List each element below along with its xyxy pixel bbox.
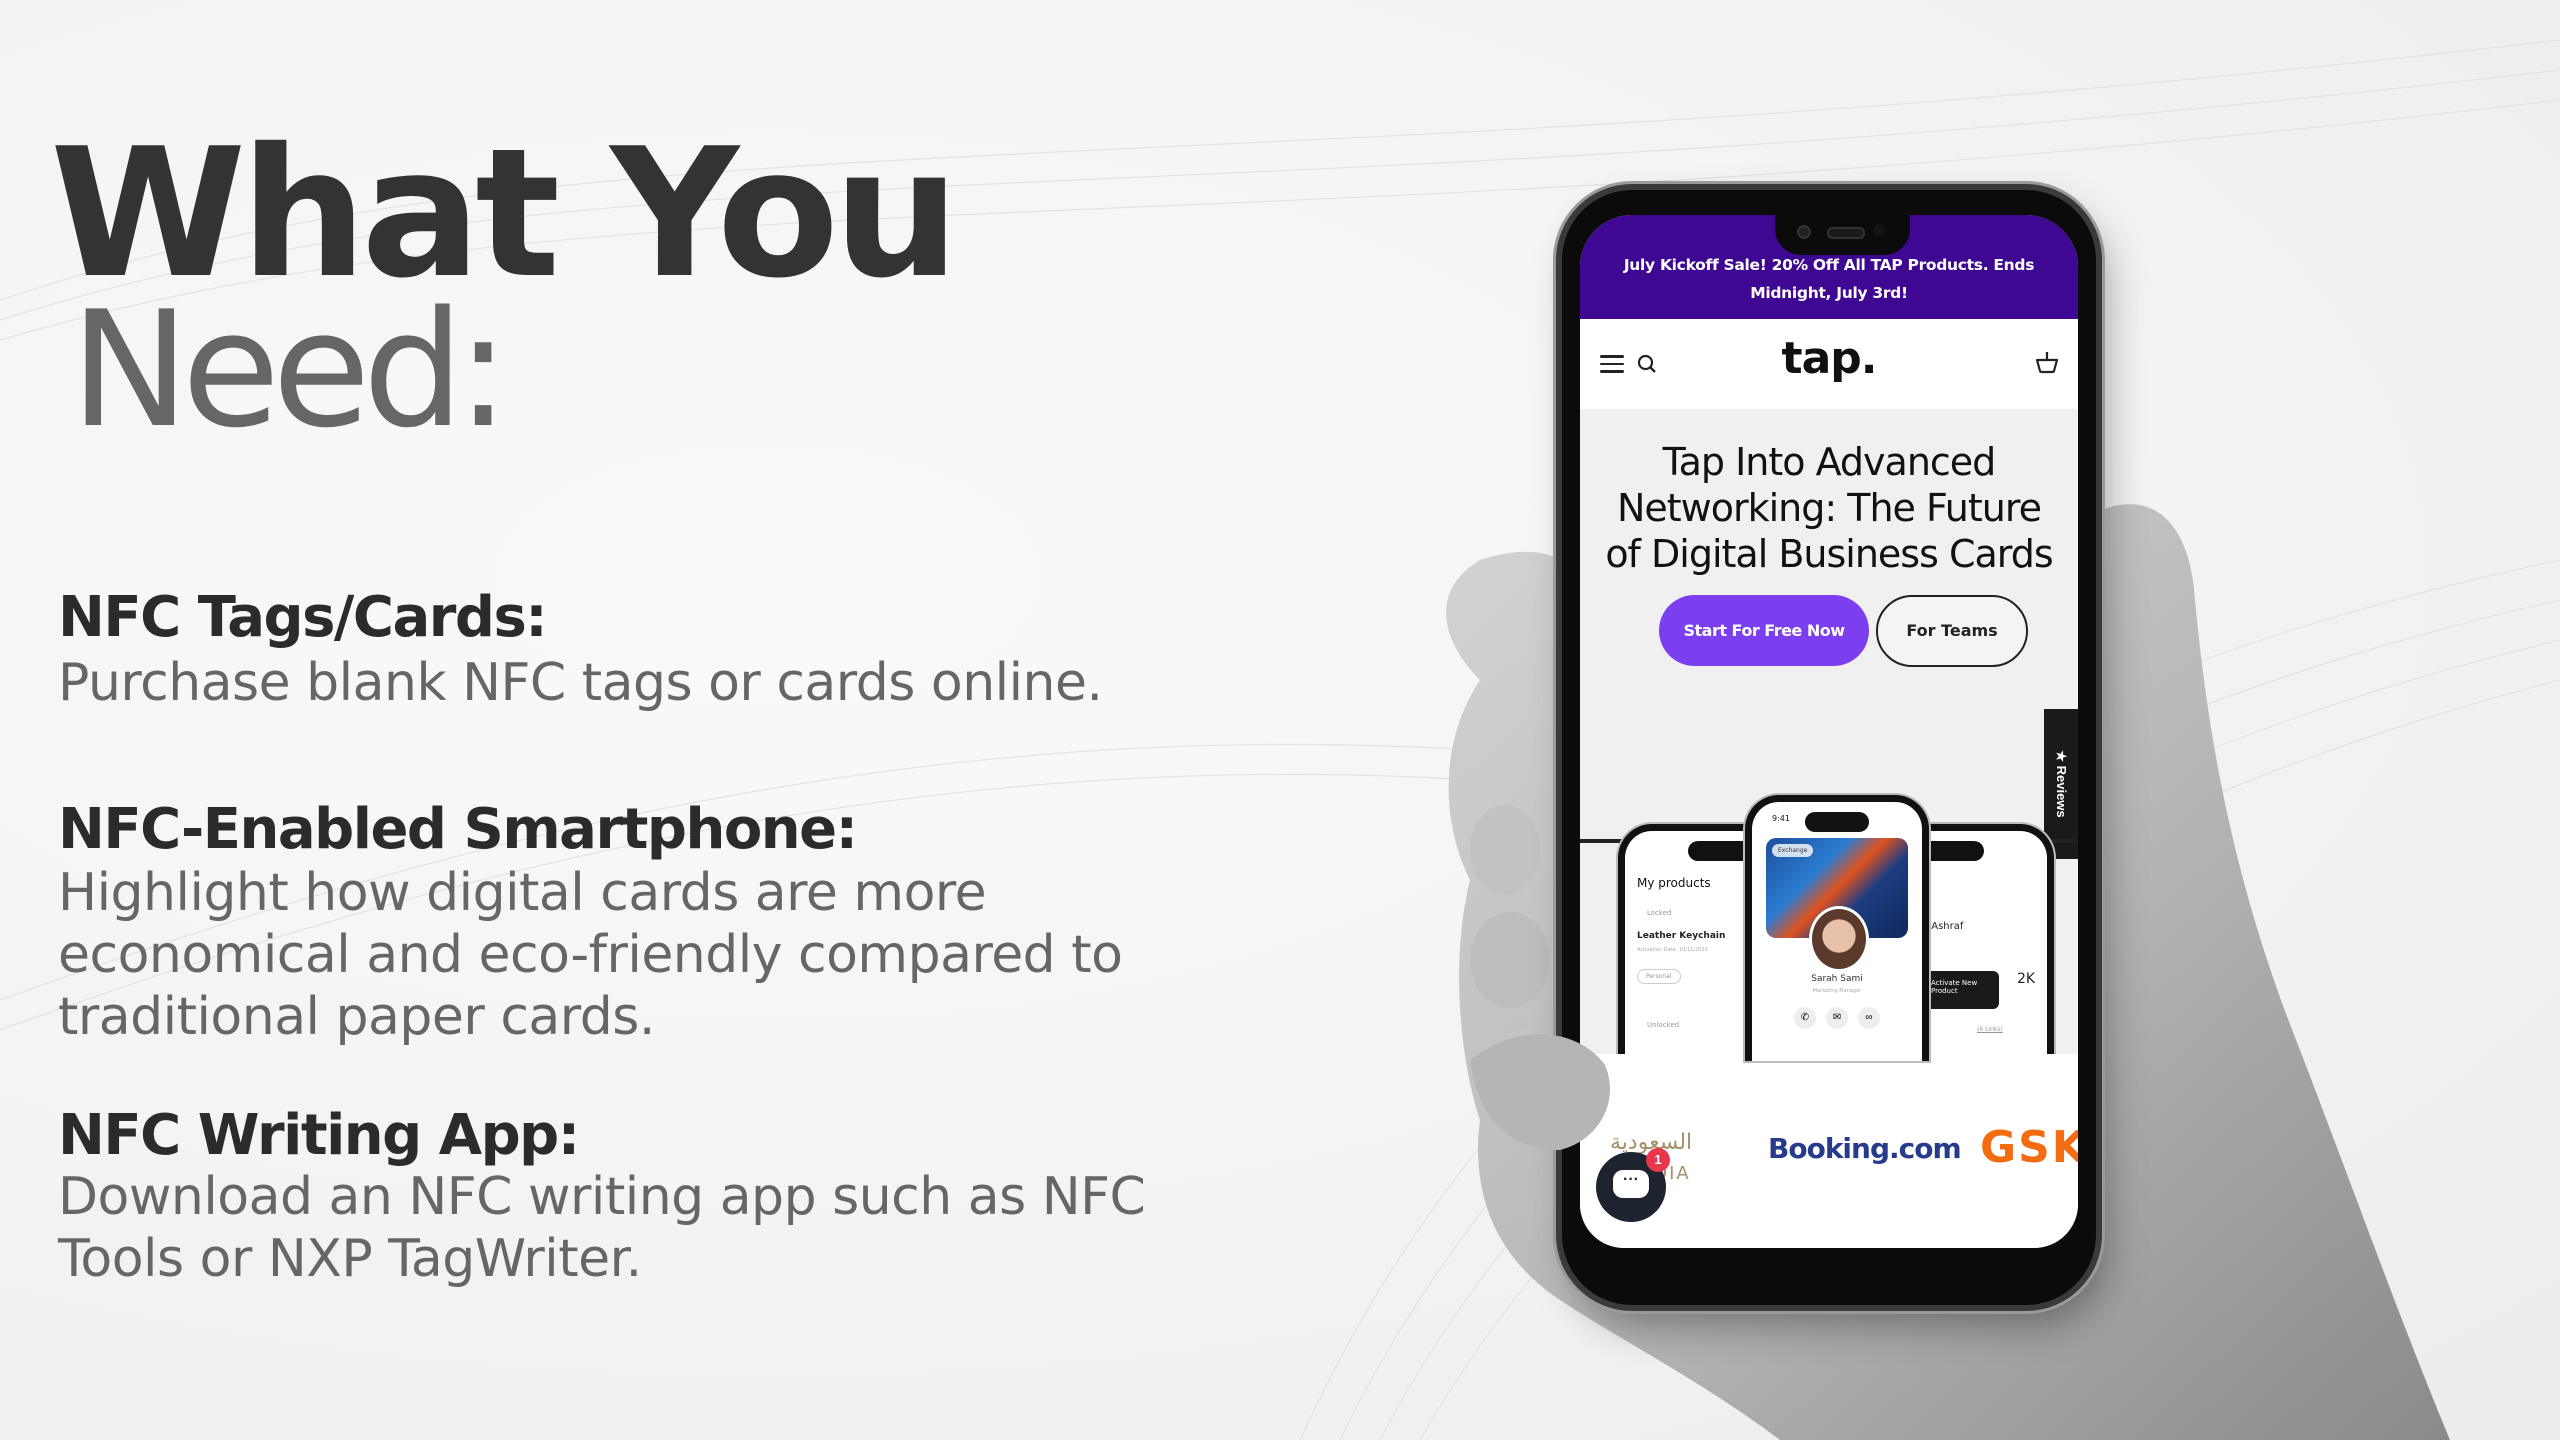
site-header: tap. bbox=[1580, 319, 2078, 409]
mockup-left-activation: Activation Date: 19/11/2023 bbox=[1637, 947, 1708, 953]
chat-bubble-icon: ··· bbox=[1613, 1170, 1649, 1198]
chat-unread-badge: 1 bbox=[1646, 1148, 1670, 1172]
reviews-label: ★ Reviews bbox=[2054, 750, 2069, 818]
for-teams-button[interactable]: For Teams bbox=[1876, 595, 2028, 667]
booking-logo: Booking.com bbox=[1768, 1132, 1962, 1165]
mail-icon: ✉ bbox=[1826, 1007, 1848, 1029]
hero-heading: Tap Into Advanced Networking: The Future… bbox=[1605, 440, 2053, 576]
profile-avatar bbox=[1809, 906, 1869, 972]
gsk-logo: GSK bbox=[1980, 1122, 2078, 1173]
camera-icon bbox=[1797, 225, 1811, 239]
mockup-left-locked: Locked bbox=[1647, 909, 1672, 917]
mockup-left-unlocked: Unlocked bbox=[1647, 1021, 1680, 1029]
cart-basket-icon[interactable] bbox=[2034, 349, 2060, 375]
reviews-tab[interactable]: ★ Reviews bbox=[2044, 709, 2078, 859]
link-icon: ∞ bbox=[1858, 1007, 1880, 1029]
start-for-free-button[interactable]: Start For Free Now bbox=[1659, 595, 1869, 666]
mockup-left-product: Leather Keychain bbox=[1637, 931, 1726, 941]
phone-notch bbox=[1775, 215, 1910, 255]
mockup-left-title: My products bbox=[1637, 876, 1711, 890]
partner-logos-strip: السعودية SAUDIA Booking.com GSK ··· 1 bbox=[1580, 1054, 2078, 1248]
mockup-right-links: (6 Links) bbox=[1977, 1026, 2003, 1033]
tap-logo[interactable]: tap. bbox=[1580, 333, 2078, 384]
hand-illustration bbox=[1446, 504, 2450, 1440]
speaker-grille bbox=[1827, 227, 1865, 239]
mockup-right-stat: 2K bbox=[2017, 971, 2036, 987]
phone-device: July Kickoff Sale! 20% Off All TAP Produ… bbox=[1562, 190, 2096, 1305]
sensor bbox=[1873, 224, 1885, 236]
mockup-exchange-chip: Exchange bbox=[1772, 844, 1814, 857]
mockup-center-name: Sarah Sami bbox=[1811, 974, 1863, 984]
mockup-left-tag: Personal bbox=[1637, 969, 1681, 984]
chat-widget-button[interactable]: ··· 1 bbox=[1596, 1148, 1670, 1222]
phone-call-icon: ✆ bbox=[1794, 1007, 1816, 1029]
hero-section: Tap Into Advanced Networking: The Future… bbox=[1580, 409, 2078, 1061]
phone-screen: July Kickoff Sale! 20% Off All TAP Produ… bbox=[1580, 215, 2078, 1248]
mockup-center-time: 9:41 bbox=[1772, 814, 1790, 823]
mockup-phone-center: 9:41 Exchange Sarah Sami Marketing Manag… bbox=[1745, 795, 1929, 1061]
mockup-center-role: Marketing Manager bbox=[1812, 988, 1862, 994]
